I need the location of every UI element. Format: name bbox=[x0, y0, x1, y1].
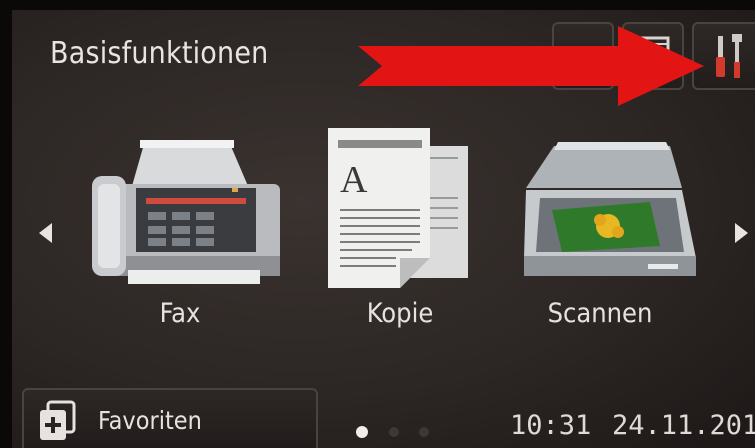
copy-label: Kopie bbox=[366, 298, 434, 329]
clock-date: 24.11.2017 bbox=[612, 410, 755, 441]
triangle-right-icon[interactable] bbox=[733, 222, 749, 244]
fax-label: Fax bbox=[159, 298, 201, 329]
clock-time: 10:31 bbox=[510, 410, 592, 441]
annotation-arrow bbox=[358, 26, 704, 106]
favorites-label: Favoriten bbox=[98, 406, 202, 435]
fax-button[interactable]: Fax bbox=[80, 128, 280, 348]
favorites-add-icon bbox=[40, 400, 76, 440]
copy-button[interactable]: A Kopie bbox=[300, 128, 500, 348]
scan-label: Scannen bbox=[547, 298, 653, 329]
scanner-icon bbox=[524, 142, 696, 276]
bezel-top bbox=[0, 0, 755, 10]
printer-home-screen: Basisfunktionen Fax A Kopie Scannen Favo… bbox=[0, 0, 755, 448]
page-dot bbox=[419, 427, 429, 437]
bezel-left bbox=[0, 0, 12, 448]
page-dot-active bbox=[356, 426, 368, 438]
favorites-button[interactable]: Favoriten bbox=[22, 388, 318, 448]
scan-button[interactable]: Scannen bbox=[500, 128, 700, 348]
svg-text:A: A bbox=[340, 159, 368, 201]
page-indicator bbox=[356, 426, 429, 438]
page-title: Basisfunktionen bbox=[50, 36, 269, 71]
triangle-left-icon[interactable] bbox=[38, 222, 54, 244]
page-dot bbox=[389, 427, 399, 437]
fax-machine-icon bbox=[92, 140, 280, 284]
copy-documents-icon: A bbox=[328, 128, 468, 288]
